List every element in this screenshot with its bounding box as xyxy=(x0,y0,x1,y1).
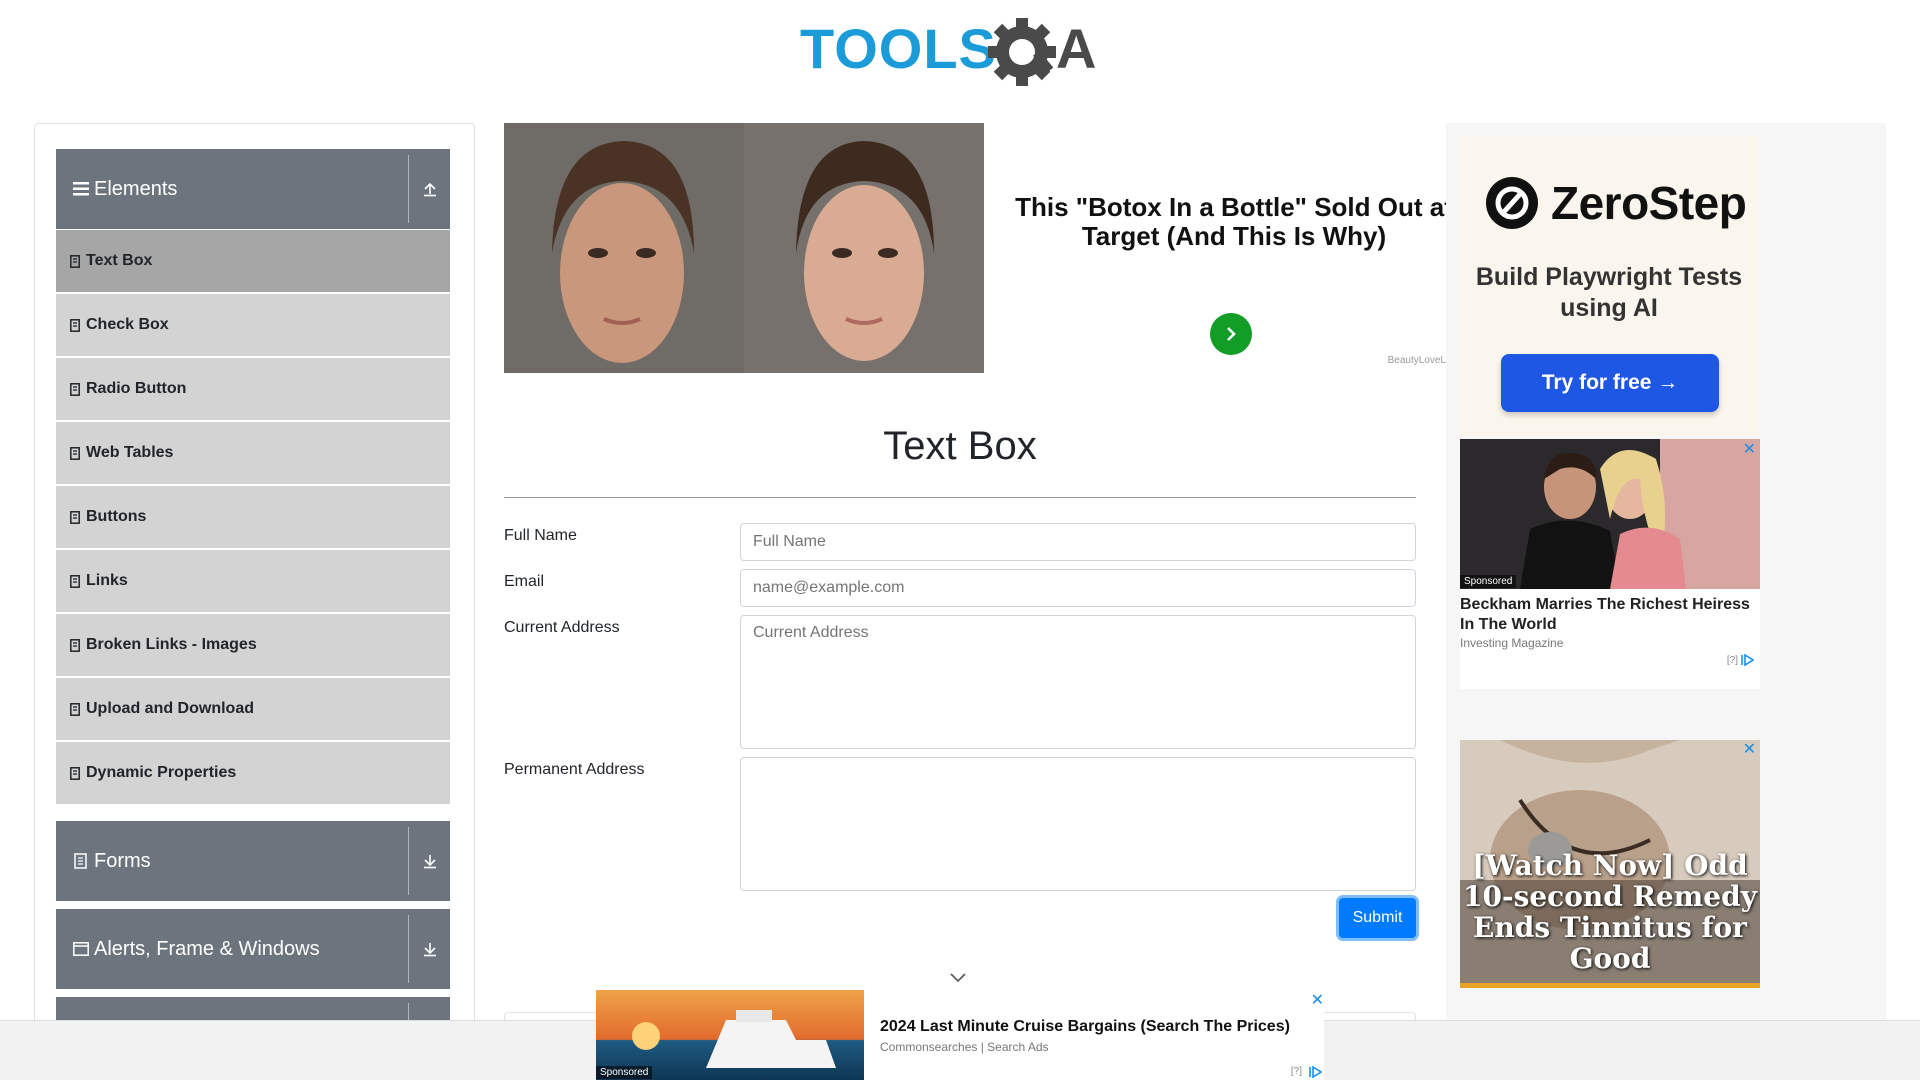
title-divider xyxy=(504,497,1416,498)
group-title: Alerts, Frame & Windows xyxy=(94,937,320,960)
group-title: Forms xyxy=(94,849,151,872)
ad-source: Commonsearches | Search Ads xyxy=(880,1040,1049,1054)
sidebar-item-buttons[interactable]: Buttons xyxy=(56,486,450,548)
sidebar-item-label: Broken Links - Images xyxy=(86,636,257,653)
sidebar-item-check-box[interactable]: Check Box xyxy=(56,294,450,356)
email-field-wrapper xyxy=(740,569,1416,607)
collapse-up-icon[interactable] xyxy=(408,155,450,223)
sidebar-item-label: Upload and Download xyxy=(86,700,254,717)
close-icon[interactable]: ✕ xyxy=(1743,439,1756,459)
ad-progress-bar xyxy=(1460,983,1760,988)
ad-faces-image xyxy=(504,123,984,373)
list-icon xyxy=(70,318,80,332)
zerostep-tagline: Build Playwright Tests using AI xyxy=(1475,263,1743,322)
ad-photo xyxy=(504,123,984,373)
ad-source: Investing Magazine xyxy=(1460,636,1564,650)
page-title: Text Box xyxy=(883,424,1037,468)
close-icon[interactable]: ✕ xyxy=(1743,740,1756,759)
list-icon xyxy=(70,702,80,716)
logo-graphic: TOOLS A xyxy=(800,17,1096,86)
menu-lines-icon xyxy=(73,181,89,197)
adchoice-link[interactable]: [?] xyxy=(1727,655,1738,666)
adchoice-link[interactable]: [?] xyxy=(1291,1066,1302,1077)
tinnitus-ad[interactable]: ✕ [Watch Now] Odd 10-second Remedy Ends … xyxy=(1460,740,1760,988)
full-name-field-wrapper xyxy=(740,523,1416,561)
permanent-address-field-wrapper xyxy=(740,757,1416,891)
close-icon[interactable]: ✕ xyxy=(1311,990,1324,1010)
sidebar-item-label: Text Box xyxy=(86,252,153,269)
logo-tools-text: TOOLS xyxy=(800,17,997,80)
group-title: Elements xyxy=(94,177,178,200)
submit-button[interactable]: Submit xyxy=(1339,898,1416,938)
ad-title[interactable]: Beckham Marries The Richest Heiress In T… xyxy=(1460,595,1760,635)
adchoices-icon[interactable] xyxy=(1308,1065,1323,1080)
full-name-input[interactable] xyxy=(741,524,1415,560)
zerostep-logo-icon xyxy=(1486,177,1538,229)
list-icon xyxy=(70,510,80,524)
email-input[interactable] xyxy=(741,570,1415,606)
permanent-address-label: Permanent Address xyxy=(504,761,645,778)
list-icon xyxy=(70,254,80,268)
document-icon xyxy=(73,853,89,869)
zerostep-ad[interactable]: ZeroStep Build Playwright Tests using AI… xyxy=(1459,136,1759,436)
sidebar-item-text-box[interactable]: Text Box xyxy=(56,230,450,292)
window-icon xyxy=(73,941,89,957)
beckham-ad[interactable]: Sponsored ✕ Beckham Marries The Richest … xyxy=(1460,439,1760,689)
sidebar-item-upload-and-download[interactable]: Upload and Download xyxy=(56,678,450,740)
expand-down-icon[interactable] xyxy=(408,827,450,895)
sidebar-item-dynamic-properties[interactable]: Dynamic Properties xyxy=(56,742,450,804)
sidebar-item-radio-button[interactable]: Radio Button xyxy=(56,358,450,420)
sidebar-item-links[interactable]: Links xyxy=(56,550,450,612)
full-name-label: Full Name xyxy=(504,527,577,544)
toolsqa-logo[interactable]: TOOLS A xyxy=(800,14,1124,94)
gear-icon xyxy=(988,18,1056,86)
current-address-field-wrapper xyxy=(740,615,1416,749)
expand-down-icon[interactable] xyxy=(408,915,450,983)
current-address-input[interactable] xyxy=(741,616,1415,748)
sponsored-label: Sponsored xyxy=(596,1066,653,1079)
sidebar-item-label: Links xyxy=(86,572,128,589)
group-forms[interactable]: Forms xyxy=(56,821,450,901)
sponsored-label: Sponsored xyxy=(1460,575,1517,588)
top-banner-ad[interactable]: This "Botox In a Bottle" Sold Out at Tar… xyxy=(504,123,1446,373)
zerostep-logo: ZeroStep xyxy=(1485,176,1747,230)
current-address-label: Current Address xyxy=(504,619,620,636)
email-label: Email xyxy=(504,573,545,590)
list-icon xyxy=(70,446,80,460)
list-icon xyxy=(70,638,80,652)
ad-brand: BeautyLoveL xyxy=(1387,355,1446,366)
group-elements[interactable]: Elements xyxy=(56,149,450,229)
sidebar-item-broken-links-images[interactable]: Broken Links - Images xyxy=(56,614,450,676)
sidebar-item-label: Check Box xyxy=(86,316,169,333)
sidebar-item-label: Buttons xyxy=(86,508,147,525)
sidebar-item-web-tables[interactable]: Web Tables xyxy=(56,422,450,484)
adchoices-icon[interactable] xyxy=(1740,653,1755,671)
list-icon xyxy=(70,574,80,588)
chevron-down-icon[interactable] xyxy=(950,970,966,988)
list-icon xyxy=(70,766,80,780)
sidebar-item-label: Radio Button xyxy=(86,380,187,397)
ad-image: Sponsored xyxy=(596,990,864,1080)
zerostep-name: ZeroStep xyxy=(1551,177,1747,229)
arrow-right-icon[interactable] xyxy=(1210,313,1252,355)
group-alerts-frame-windows[interactable]: Alerts, Frame & Windows xyxy=(56,909,450,989)
cruise-ad[interactable]: Sponsored 2024 Last Minute Cruise Bargai… xyxy=(596,990,1324,1080)
ad-headline[interactable]: [Watch Now] Odd 10-second Remedy Ends Ti… xyxy=(1460,850,1760,974)
try-for-free-button[interactable]: Try for free → xyxy=(1501,354,1719,412)
list-icon xyxy=(70,382,80,396)
sidebar-item-label: Dynamic Properties xyxy=(86,764,237,781)
ad-image: Sponsored xyxy=(1460,439,1760,589)
permanent-address-input[interactable] xyxy=(741,758,1415,890)
ad-title[interactable]: 2024 Last Minute Cruise Bargains (Search… xyxy=(880,1018,1290,1036)
sidebar-item-label: Web Tables xyxy=(86,444,174,461)
logo-a-text: A xyxy=(1056,17,1096,80)
ad-headline[interactable]: This "Botox In a Bottle" Sold Out at Tar… xyxy=(1004,193,1446,251)
